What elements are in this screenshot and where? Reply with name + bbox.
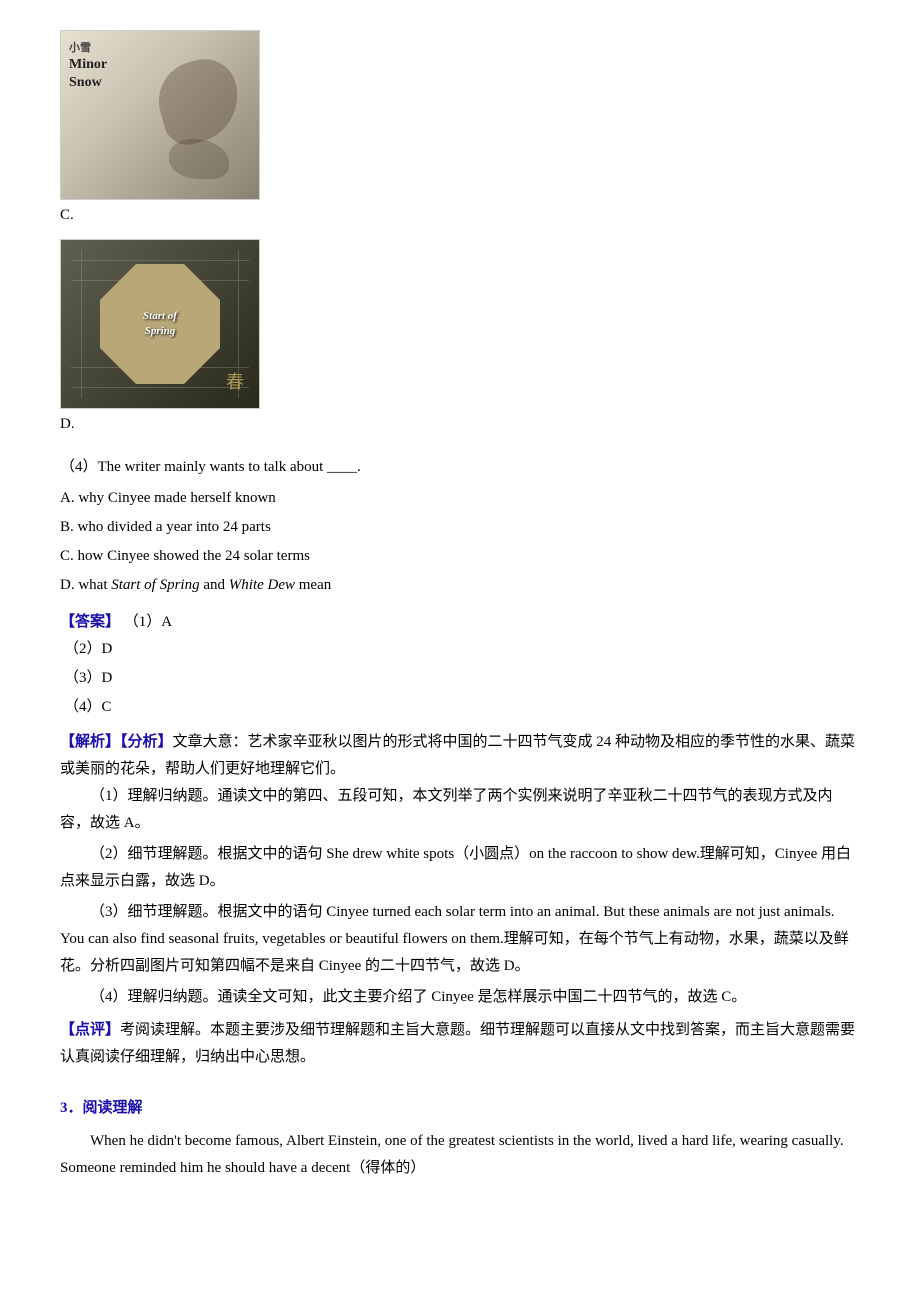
comment-section: 【点评】考阅读理解。本题主要涉及细节理解题和主旨大意题。细节理解题可以直接从文中… — [60, 1017, 860, 1071]
option-4d: D. what Start of Spring and White Dew me… — [60, 572, 860, 599]
reading-paragraph-1: When he didn't become famous, Albert Ein… — [60, 1128, 860, 1182]
section-3-header: 3．阅读理解 — [60, 1095, 860, 1122]
italic-white-dew: White Dew — [229, 577, 295, 593]
analysis-para-1: （1）理解归纳题。通读文中的第四、五段可知，本文列举了两个实例来说明了辛亚秋二十… — [60, 783, 860, 837]
spring-chinese-char: 春 — [226, 366, 244, 398]
analysis-section: 【解析】【分析】文章大意：艺术家辛亚秋以图片的形式将中国的二十四节气变成 24 … — [60, 729, 860, 783]
question-4: （4）The writer mainly wants to talk about… — [60, 454, 860, 481]
answer-label: 【答案】 — [60, 614, 120, 630]
answer-section: 【答案】 （1）A — [60, 609, 860, 636]
octagon-shape: Start of Spring — [100, 264, 220, 384]
image-c: 小雪 Minor Snow — [60, 30, 260, 200]
option-4c: C. how Cinyee showed the 24 solar terms — [60, 543, 860, 570]
image-c-container: 小雪 Minor Snow C. — [60, 30, 860, 235]
image-d-label: D. — [60, 411, 75, 438]
answer-4: （4）C — [64, 694, 860, 721]
analysis-label: 【解析】 — [60, 734, 120, 750]
minor-snow-label: Minor Snow — [69, 56, 107, 92]
image-d: Start of Spring 春 — [60, 239, 260, 409]
analysis-para-4: （4）理解归纳题。通读全文可知，此文主要介绍了 Cinyee 是怎样展示中国二十… — [60, 984, 860, 1011]
section-3-number: 3． — [60, 1100, 83, 1116]
analysis-summary: 文章大意：艺术家辛亚秋以图片的形式将中国的二十四节气变成 24 种动物及相应的季… — [60, 734, 855, 777]
comment-label: 【点评】 — [60, 1022, 120, 1038]
minor-snow-chinese: 小雪 — [69, 42, 91, 54]
image-c-label: C. — [60, 202, 74, 229]
comment-text: 考阅读理解。本题主要涉及细节理解题和主旨大意题。细节理解题可以直接从文中找到答案… — [60, 1022, 855, 1065]
analysis-para-2: （2）细节理解题。根据文中的语句 She drew white spots（小圆… — [60, 841, 860, 895]
answer-3: （3）D — [64, 665, 860, 692]
section-3-title: 阅读理解 — [83, 1100, 143, 1116]
italic-start-of-spring: Start of Spring — [111, 577, 199, 593]
minor-snow-chinese-label: 小雪 — [69, 39, 91, 56]
analysis-sublabel: 【分析】 — [120, 734, 173, 750]
option-4a: A. why Cinyee made herself known — [60, 485, 860, 512]
image-d-container: Start of Spring 春 D. — [60, 239, 860, 444]
analysis-para-3: （3）细节理解题。根据文中的语句 Cinyee turned each sola… — [60, 899, 860, 980]
option-4b: B. who divided a year into 24 parts — [60, 514, 860, 541]
answer-1: （1）A — [124, 614, 172, 630]
start-of-spring-text: Start of Spring — [143, 309, 177, 340]
answer-2: （2）D — [64, 636, 860, 663]
